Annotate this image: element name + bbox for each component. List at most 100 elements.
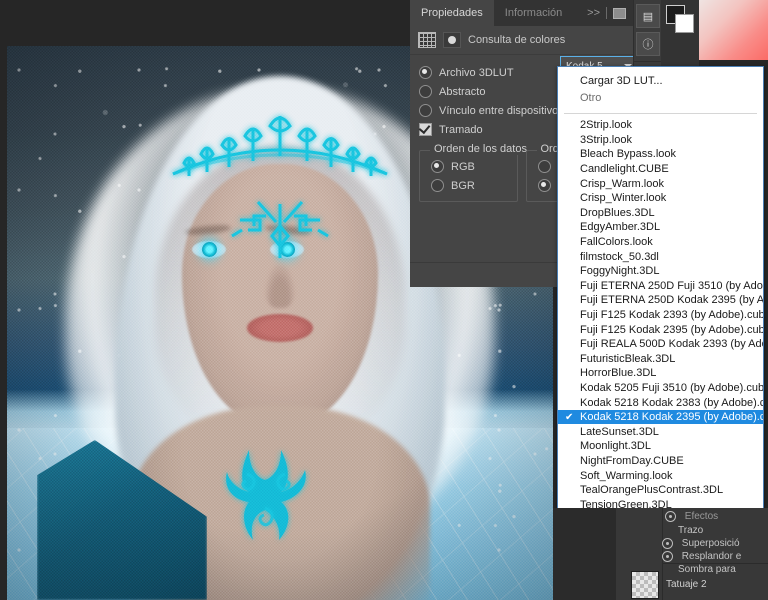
layer-name[interactable]: Tatuaje 2 [666,579,707,590]
menu-item-otro[interactable]: Otro [558,89,763,106]
lut-menu-item-label: Kodak 5218 Kodak 2395 (by Adobe).cube [580,411,764,424]
panel-menu-icon[interactable] [613,7,626,19]
lut-menu-item[interactable]: Fuji ETERNA 250D Kodak 2395 (by Adobe).c… [558,293,763,308]
layer-effects-label: Efectos [684,511,719,523]
lut-menu-item[interactable]: FallColors.look [558,235,763,250]
radio-abstracto[interactable] [419,85,432,98]
lut-menu-item[interactable]: Fuji REALA 500D Kodak 2393 (by Adobe).cu… [558,337,763,352]
layers-panel: Efectos Trazo Superposició Resplandor e … [553,508,768,600]
check-icon: ✔ [565,411,574,423]
layer-effect-sombra[interactable]: Sombra para [678,564,736,575]
radio-archivo-3dlut[interactable] [419,66,432,79]
fieldset-orden-de-los-datos: Orden de los datos RGB BGR [419,143,531,202]
layer-effect-sombra-label: Sombra para [678,564,736,575]
layer-effect-resplandor[interactable]: Resplandor e [662,551,741,562]
lut-menu-item-label: EdgyAmber.3DL [580,221,661,234]
adjustments-icon[interactable]: ▤ [636,4,660,28]
resplandor-eye-icon[interactable] [662,551,673,562]
canvas-forehead-tattoo [231,200,329,258]
lut-menu-item[interactable]: Moonlight.3DL [558,439,763,454]
lut-menu-item[interactable]: Crisp_Winter.look [558,191,763,206]
lut-menu-item-label: 2Strip.look [580,119,632,132]
lut-menu-item-label: Moonlight.3DL [580,440,651,453]
lut-menu-item[interactable]: FuturisticBleak.3DL [558,352,763,367]
grid-icon[interactable] [418,32,436,48]
canvas-iris-left [202,242,217,257]
lut-menu-item-label: Fuji F125 Kodak 2393 (by Adobe).cube [580,309,764,322]
lut-menu-item-label: FuturisticBleak.3DL [580,352,676,365]
layer-thumbnail[interactable] [631,571,659,599]
layers-panel-left-column [553,508,617,600]
lut-menu-item[interactable]: Soft_Warming.look [558,468,763,483]
lut-menu-item[interactable]: TealOrangePlusContrast.3DL [558,483,763,498]
gradient-preview [699,0,768,60]
lut-menu-item-label: Fuji F125 Kodak 2395 (by Adobe).cube [580,323,764,336]
lut-menu-item-label: Fuji ETERNA 250D Fuji 3510 (by Adobe).cu… [580,279,763,292]
lut-menu-item[interactable]: Candlelight.CUBE [558,162,763,177]
lut-menu-item[interactable]: Crisp_Warm.look [558,176,763,191]
menu-divider [564,113,757,114]
layer-effect-superposicion-label: Superposició [681,538,740,550]
lut-menu-item[interactable]: Fuji F125 Kodak 2395 (by Adobe).cube [558,322,763,337]
layer-effects-group[interactable]: Efectos [665,511,718,522]
lut-menu-item[interactable]: EdgyAmber.3DL [558,220,763,235]
lut-menu-item-label: filmstock_50.3dl [580,250,659,263]
tab-informacion[interactable]: Información [494,0,573,26]
lut-menu-item[interactable]: Kodak 5205 Fuji 3510 (by Adobe).cube [558,381,763,396]
radio-orden-datos-rgb[interactable] [431,160,444,173]
orden-datos-bgr[interactable]: BGR [420,176,517,195]
lut-menu-item-label: HorrorBlue.3DL [580,367,657,380]
menu-item-cargar-3d-lut-label: Cargar 3D LUT... [580,74,663,87]
lut-menu-item[interactable]: Bleach Bypass.look [558,147,763,162]
color-lookup-header: Consulta de colores [410,26,633,55]
lut-menu-item-label: Crisp_Warm.look [580,177,664,190]
checkbox-tramado[interactable] [419,123,432,136]
layer-effect-trazo[interactable]: Trazo [678,525,703,536]
tab-propiedades[interactable]: Propiedades [410,0,494,26]
layer-effect-resplandor-label: Resplandor e [681,551,742,563]
canvas-tiara-artwork [172,116,388,176]
radio-orden-rgb[interactable] [537,160,551,173]
properties-panel-tabbar: Propiedades Información >> [410,0,633,26]
lut-dropdown-menu[interactable]: Cargar 3D LUT... Otro 2Strip.look 3Strip.… [557,66,764,510]
lut-menu-item-label: Fuji REALA 500D Kodak 2393 (by Adobe).cu… [580,338,763,351]
fieldset-orden-de-los-datos-title: Orden de los datos [430,143,531,155]
info-icon[interactable]: ⓘ [636,32,660,56]
tab-overflow-icon[interactable]: >> [587,7,600,19]
menu-item-cargar-3d-lut[interactable]: Cargar 3D LUT... [558,72,763,89]
radio-orden-datos-bgr[interactable] [431,179,444,192]
radio-orden-bgr[interactable] [537,179,551,192]
orden-datos-rgb[interactable]: RGB [420,157,517,176]
lut-menu-item-label: Crisp_Winter.look [580,192,667,205]
lut-menu-item-label: Fuji ETERNA 250D Kodak 2395 (by Adobe).c… [580,294,764,307]
layer-effect-superposicion[interactable]: Superposició [662,538,740,549]
lut-menu-item-label: Soft_Warming.look [580,469,673,482]
lut-menu-item[interactable]: ✔ Kodak 5218 Kodak 2395 (by Adobe).cube [558,409,764,425]
orden-datos-bgr-label: BGR [451,179,475,192]
lut-menu-item[interactable]: HorrorBlue.3DL [558,366,763,381]
lut-menu-item[interactable]: Kodak 5218 Kodak 2383 (by Adobe).cube [558,395,763,410]
background-color-swatch[interactable] [675,14,694,33]
lut-menu-item[interactable]: FoggyNight.3DL [558,264,763,279]
panel-tab-controls: >> [587,0,633,26]
canvas-chest-tattoo [226,450,306,540]
tab-informacion-label: Información [504,7,563,19]
lut-menu-item[interactable]: DropBlues.3DL [558,206,763,221]
radio-vinculo-dispositivos[interactable] [419,104,432,117]
lut-menu-item[interactable]: 2Strip.look [558,118,763,133]
adjustment-circle-icon[interactable] [443,32,461,48]
lut-menu-item-label: Kodak 5218 Kodak 2383 (by Adobe).cube [580,396,764,409]
color-swatch[interactable] [666,5,694,33]
lut-menu-item[interactable]: NightFromDay.CUBE [558,454,763,469]
lut-menu-item-label: FallColors.look [580,236,653,249]
lut-menu-item-label: LateSunset.3DL [580,425,659,438]
lut-menu-item[interactable]: LateSunset.3DL [558,424,763,439]
lut-menu-item[interactable]: filmstock_50.3dl [558,249,763,264]
lut-menu-item[interactable]: Fuji F125 Kodak 2393 (by Adobe).cube [558,308,763,323]
effects-eye-icon[interactable] [665,511,676,522]
lut-menu-item[interactable]: 3Strip.look [558,133,763,148]
menu-item-otro-label: Otro [580,91,602,104]
lut-menu-item-label: Candlelight.CUBE [580,163,669,176]
lut-menu-item[interactable]: Fuji ETERNA 250D Fuji 3510 (by Adobe).cu… [558,279,763,294]
superposicion-eye-icon[interactable] [662,538,673,549]
